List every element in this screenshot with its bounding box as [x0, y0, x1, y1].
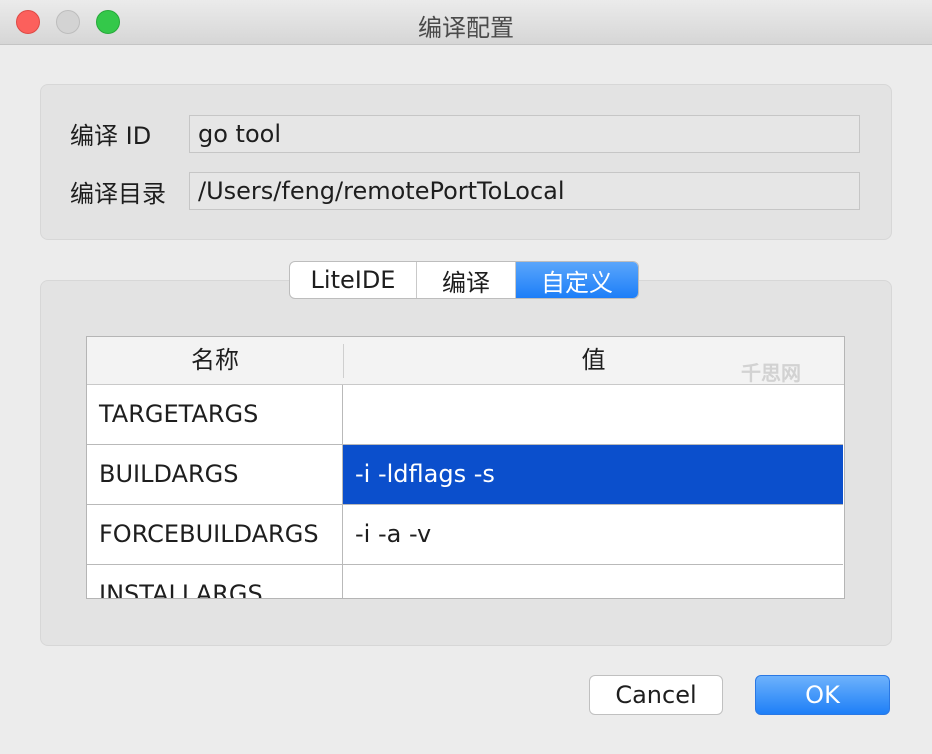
title-bar: 编译配置: [0, 0, 932, 45]
window-title: 编译配置: [418, 14, 514, 42]
column-header-name[interactable]: 名称: [87, 337, 343, 384]
tab-liteide[interactable]: LiteIDE: [290, 262, 417, 298]
build-dir-label: 编译目录: [70, 180, 166, 208]
row-name-cell[interactable]: INSTALLARGS: [87, 565, 343, 598]
ok-button[interactable]: OK: [755, 675, 890, 715]
row-value-cell-selected[interactable]: -i -ldflags -s: [343, 445, 843, 505]
watermark-logo: 千思网: [741, 361, 801, 385]
build-id-field[interactable]: go tool: [189, 115, 860, 153]
row-value-cell[interactable]: [343, 565, 843, 598]
custom-vars-table: 名称 值 TARGETARGS BUILDARGS -i -ldflags -s…: [86, 336, 845, 599]
cancel-button[interactable]: Cancel: [589, 675, 723, 715]
tab-bar: LiteIDE 编译 自定义: [289, 261, 639, 299]
row-value-cell[interactable]: -i -a -v: [343, 505, 843, 565]
tab-build[interactable]: 编译: [417, 262, 516, 298]
build-info-group: [40, 84, 892, 240]
table-row[interactable]: INSTALLARGS: [87, 565, 844, 598]
table-row[interactable]: TARGETARGS: [87, 385, 844, 445]
row-name-cell[interactable]: BUILDARGS: [87, 445, 343, 505]
build-dir-field[interactable]: /Users/feng/remotePortToLocal: [189, 172, 860, 210]
build-config-dialog: 编译配置 编译 ID go tool 编译目录 /Users/feng/remo…: [0, 0, 932, 754]
tab-custom[interactable]: 自定义: [516, 262, 638, 298]
table-row[interactable]: BUILDARGS -i -ldflags -s: [87, 445, 844, 505]
table-header: 名称 值: [87, 337, 844, 385]
row-value-cell[interactable]: [343, 385, 843, 445]
row-name-cell[interactable]: TARGETARGS: [87, 385, 343, 445]
table-row[interactable]: FORCEBUILDARGS -i -a -v: [87, 505, 844, 565]
row-name-cell[interactable]: FORCEBUILDARGS: [87, 505, 343, 565]
build-id-label: 编译 ID: [70, 122, 152, 150]
